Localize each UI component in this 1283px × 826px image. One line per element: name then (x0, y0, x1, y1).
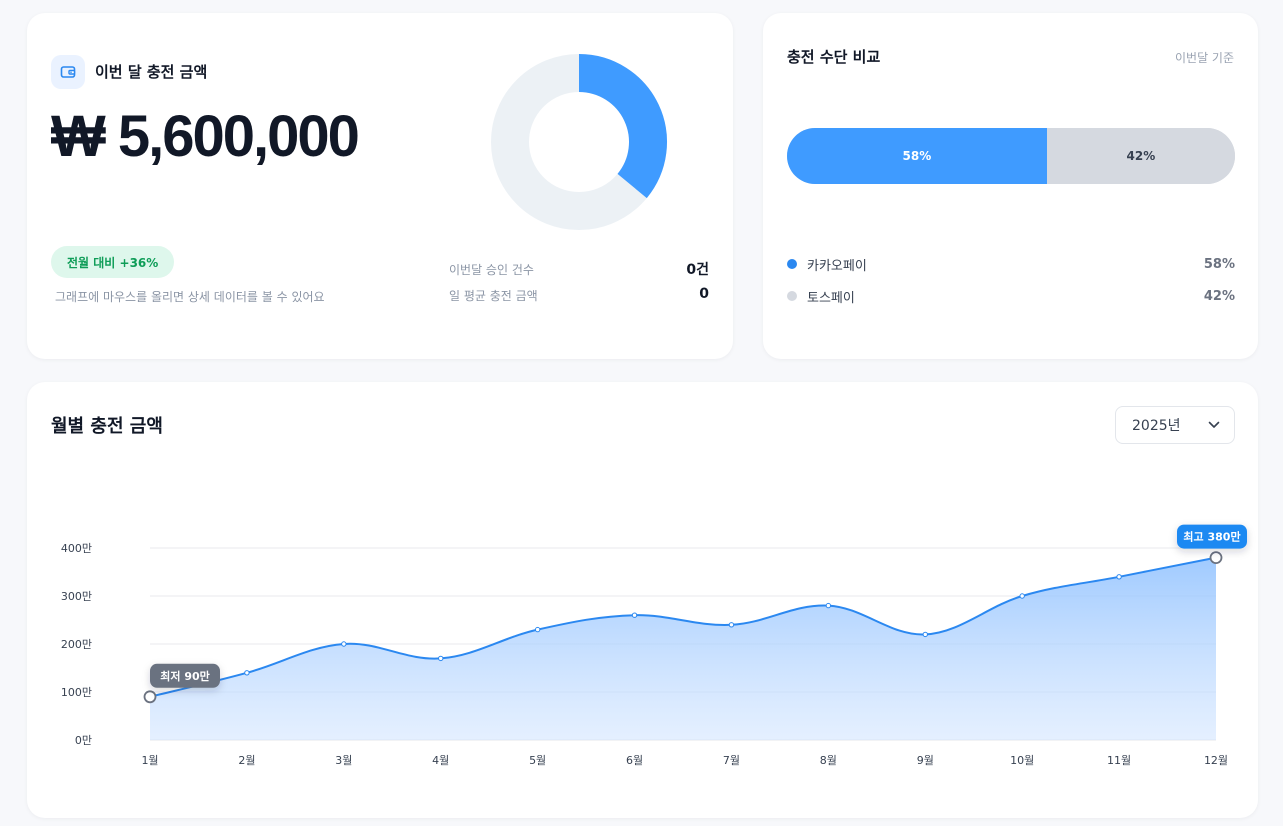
x-tick-label: 2월 (238, 754, 255, 767)
legend-item-kakaopay: 카카오페이 58% (787, 254, 1235, 274)
approval-count-label: 이번달 승인 건수 (449, 263, 534, 277)
data-point[interactable] (922, 631, 928, 638)
x-tick-label: 6월 (626, 754, 643, 767)
legend-name: 카카오페이 (807, 258, 867, 274)
daily-average-value: 0 (699, 286, 709, 302)
y-tick-label: 200만 (61, 638, 92, 651)
svg-text:최고 380만: 최고 380만 (1183, 530, 1240, 544)
x-tick-label: 12월 (1204, 754, 1228, 767)
y-tick-label: 100만 (61, 686, 92, 699)
compare-title: 충전 수단 비교 (787, 48, 881, 66)
hover-hint: 그래프에 마우스를 올리면 상세 데이터를 볼 수 있어요 (55, 290, 325, 304)
chevron-down-icon (1208, 421, 1220, 428)
data-point-extreme[interactable] (1209, 551, 1223, 565)
monthly-card: 0만 100만 200만 300만 400만 1월 2월 3월 4월 5월 6월 7월 8월 9월 10월 1… (27, 382, 1258, 818)
segment-tosspay[interactable]: 42% (1046, 128, 1235, 184)
legend-name: 토스페이 (807, 290, 855, 306)
x-tick-label: 11월 (1107, 754, 1131, 767)
charge-amount: ₩ 5,600,000 (51, 104, 360, 169)
daily-average-label: 일 평균 충전 금액 (449, 289, 538, 303)
year-select[interactable]: 2025년 (1115, 406, 1235, 444)
x-tick-label: 10월 (1010, 754, 1034, 767)
legend-item-tosspay: 토스페이 42% (787, 286, 1235, 306)
segment-kakaopay[interactable]: 58% (787, 128, 1047, 184)
data-point[interactable] (341, 641, 347, 647)
data-point[interactable] (825, 602, 832, 609)
monthly-area-chart[interactable]: 0만 100만 200만 300만 400만 1월 2월 3월 4월 5월 6월 7월 8월 9월 10월 1… (27, 382, 1258, 818)
data-point[interactable] (1116, 574, 1122, 580)
data-point[interactable] (1019, 593, 1025, 599)
monthly-title: 월별 충전 금액 (51, 416, 163, 437)
data-point-extreme[interactable] (143, 690, 157, 704)
x-tick-label: 9월 (917, 754, 934, 767)
year-select-value: 2025년 (1132, 418, 1181, 434)
x-tick-label: 3월 (335, 754, 352, 767)
legend-percent: 58% (1203, 256, 1235, 272)
max-callout: 최고 380만 (1177, 524, 1247, 549)
data-point[interactable] (244, 670, 250, 676)
approval-count-value: 0건 (686, 262, 709, 278)
donut-chart[interactable] (490, 53, 668, 231)
summary-title: 이번 달 충전 금액 (95, 63, 208, 81)
x-tick-label: 1월 (141, 754, 158, 767)
legend-dot-kakaopay (787, 259, 797, 269)
data-point[interactable] (438, 655, 444, 662)
x-tick-label: 8월 (820, 754, 837, 767)
data-point[interactable] (631, 612, 638, 618)
svg-text:최저 90만: 최저 90만 (160, 669, 210, 683)
summary-card: 이번 달 충전 금액 ₩ 5,600,000 전월 대비 +36% 그래프에 마… (27, 13, 733, 359)
data-point[interactable] (728, 622, 735, 628)
y-tick-label: 0만 (75, 734, 92, 747)
x-tick-label: 4월 (432, 754, 449, 767)
compare-note: 이번달 기준 (1174, 51, 1234, 65)
min-callout: 최저 90만 (150, 663, 220, 688)
data-point[interactable] (534, 626, 541, 633)
delta-badge: 전월 대비 +36% (51, 246, 175, 278)
x-tick-label: 7월 (723, 754, 740, 767)
legend-dot-tosspay (787, 291, 797, 301)
y-tick-label: 300만 (61, 590, 92, 603)
donut-segment[interactable] (578, 54, 667, 199)
stacked-bar[interactable]: 58% 42% (787, 128, 1235, 184)
legend-percent: 42% (1203, 288, 1235, 304)
x-tick-label: 5월 (529, 754, 546, 767)
y-tick-label: 400만 (61, 542, 92, 555)
compare-card: 충전 수단 비교 이번달 기준 58% 42% 카카오페이 58% 토스페이 4… (763, 13, 1258, 359)
area-fill (150, 557, 1216, 740)
wallet-icon (51, 55, 85, 89)
